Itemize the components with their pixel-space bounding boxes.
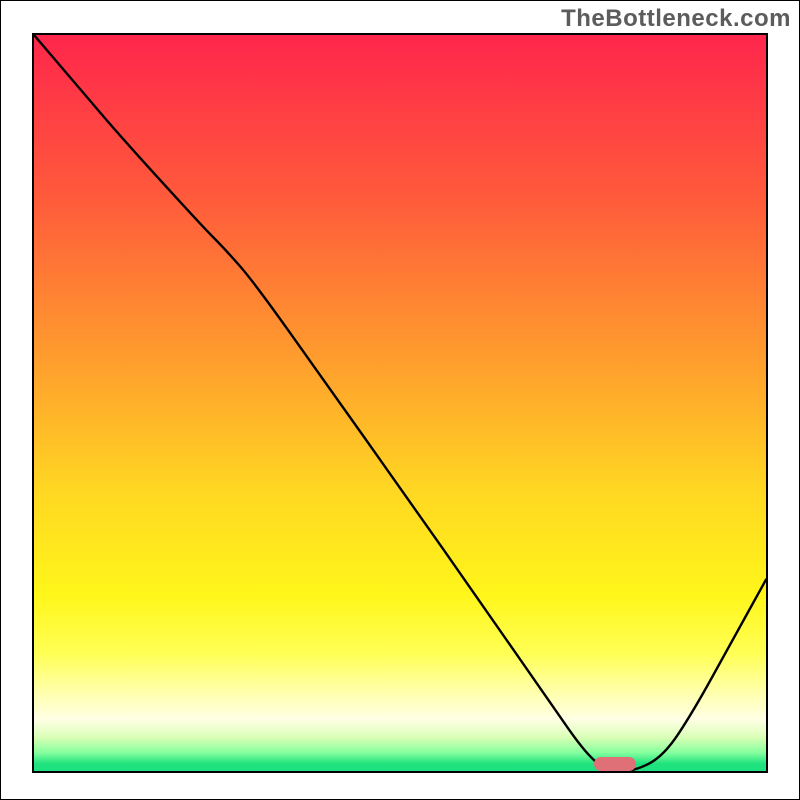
curve-layer <box>34 35 766 771</box>
plot-area <box>32 33 768 773</box>
watermark-text: TheBottleneck.com <box>561 5 791 33</box>
outer-frame: TheBottleneck.com <box>0 0 800 800</box>
bottleneck-curve <box>34 35 766 771</box>
optimal-range-marker <box>594 757 636 771</box>
